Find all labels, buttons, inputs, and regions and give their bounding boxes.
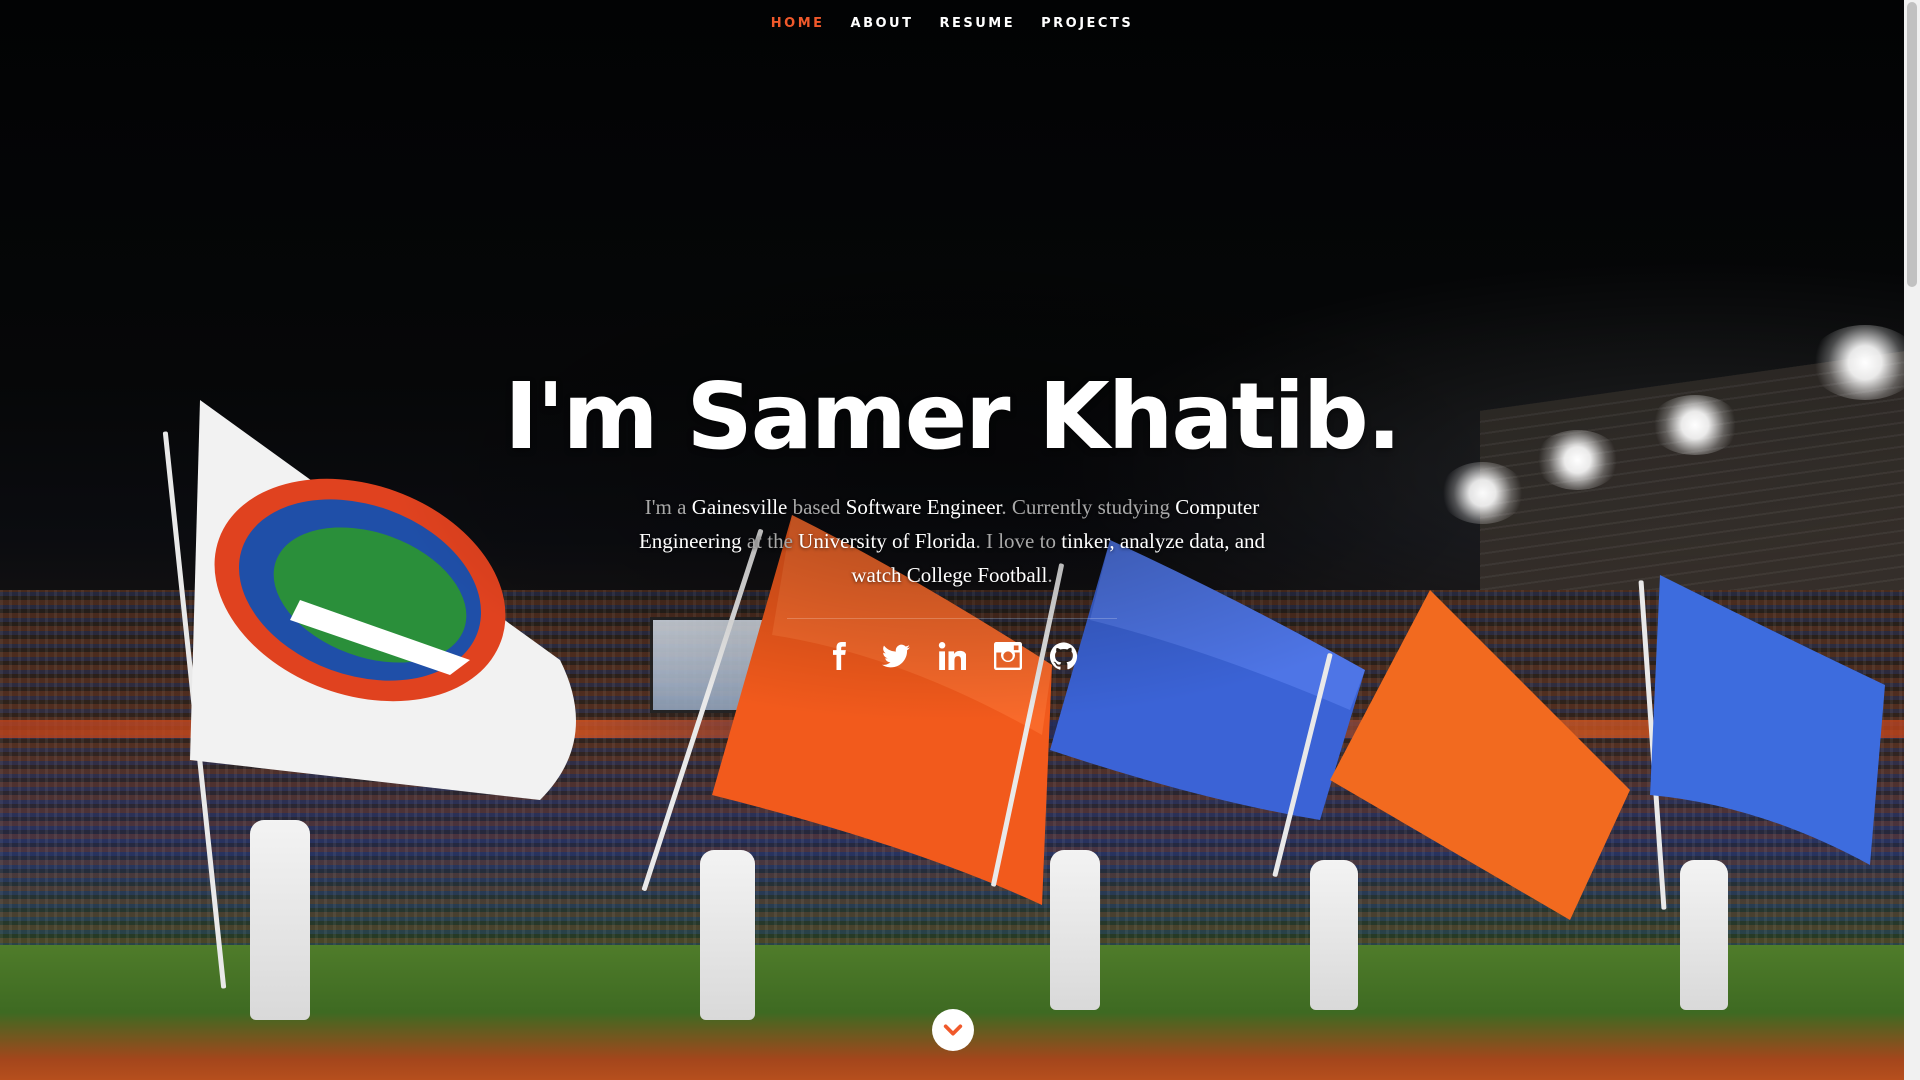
social-links — [0, 641, 1904, 671]
page: HOME ABOUT RESUME PROJECTS I'm Samer Kha… — [0, 0, 1920, 1080]
scrollbar[interactable] — [1904, 0, 1920, 1080]
chevron-down-icon — [943, 1024, 963, 1036]
intro-highlight: University of Florida — [798, 529, 976, 553]
intro-segment: . — [1047, 563, 1053, 587]
nav-item-resume[interactable]: RESUME — [939, 16, 1015, 31]
nav-item-projects[interactable]: PROJECTS — [1041, 16, 1133, 31]
page-title: I'm Samer Khatib. — [504, 363, 1401, 470]
nav-item-about[interactable]: ABOUT — [851, 16, 914, 31]
twitter-icon — [882, 644, 910, 668]
github-link[interactable] — [1049, 641, 1079, 671]
facebook-icon — [833, 642, 846, 670]
instagram-link[interactable] — [993, 641, 1023, 671]
intro-highlight: Gainesville — [691, 495, 788, 519]
instagram-icon — [994, 642, 1022, 670]
linkedin-icon — [938, 642, 966, 670]
intro-segment: . I love to — [975, 529, 1062, 553]
divider — [787, 618, 1117, 619]
main-nav: HOME ABOUT RESUME PROJECTS — [0, 0, 1904, 46]
github-icon — [1050, 642, 1078, 670]
nav-item-home[interactable]: HOME — [771, 16, 825, 31]
linkedin-link[interactable] — [937, 641, 967, 671]
hero-banner: I'm Samer Khatib. I'm a Gainesville base… — [0, 362, 1904, 671]
intro-segment: at the — [741, 529, 799, 553]
facebook-link[interactable] — [825, 641, 855, 671]
intro-segment: based — [787, 495, 846, 519]
intro-highlight: Software Engineer — [845, 495, 1002, 519]
intro-highlight: tinker, analyze data, — [1061, 529, 1230, 553]
intro-text: I'm a Gainesville based Software Enginee… — [612, 490, 1292, 592]
scroll-down-button[interactable] — [932, 1009, 974, 1051]
twitter-link[interactable] — [881, 641, 911, 671]
scrollbar-thumb[interactable] — [1907, 2, 1917, 287]
intro-segment: I'm a — [644, 495, 692, 519]
intro-segment: . Currently studying — [1001, 495, 1176, 519]
